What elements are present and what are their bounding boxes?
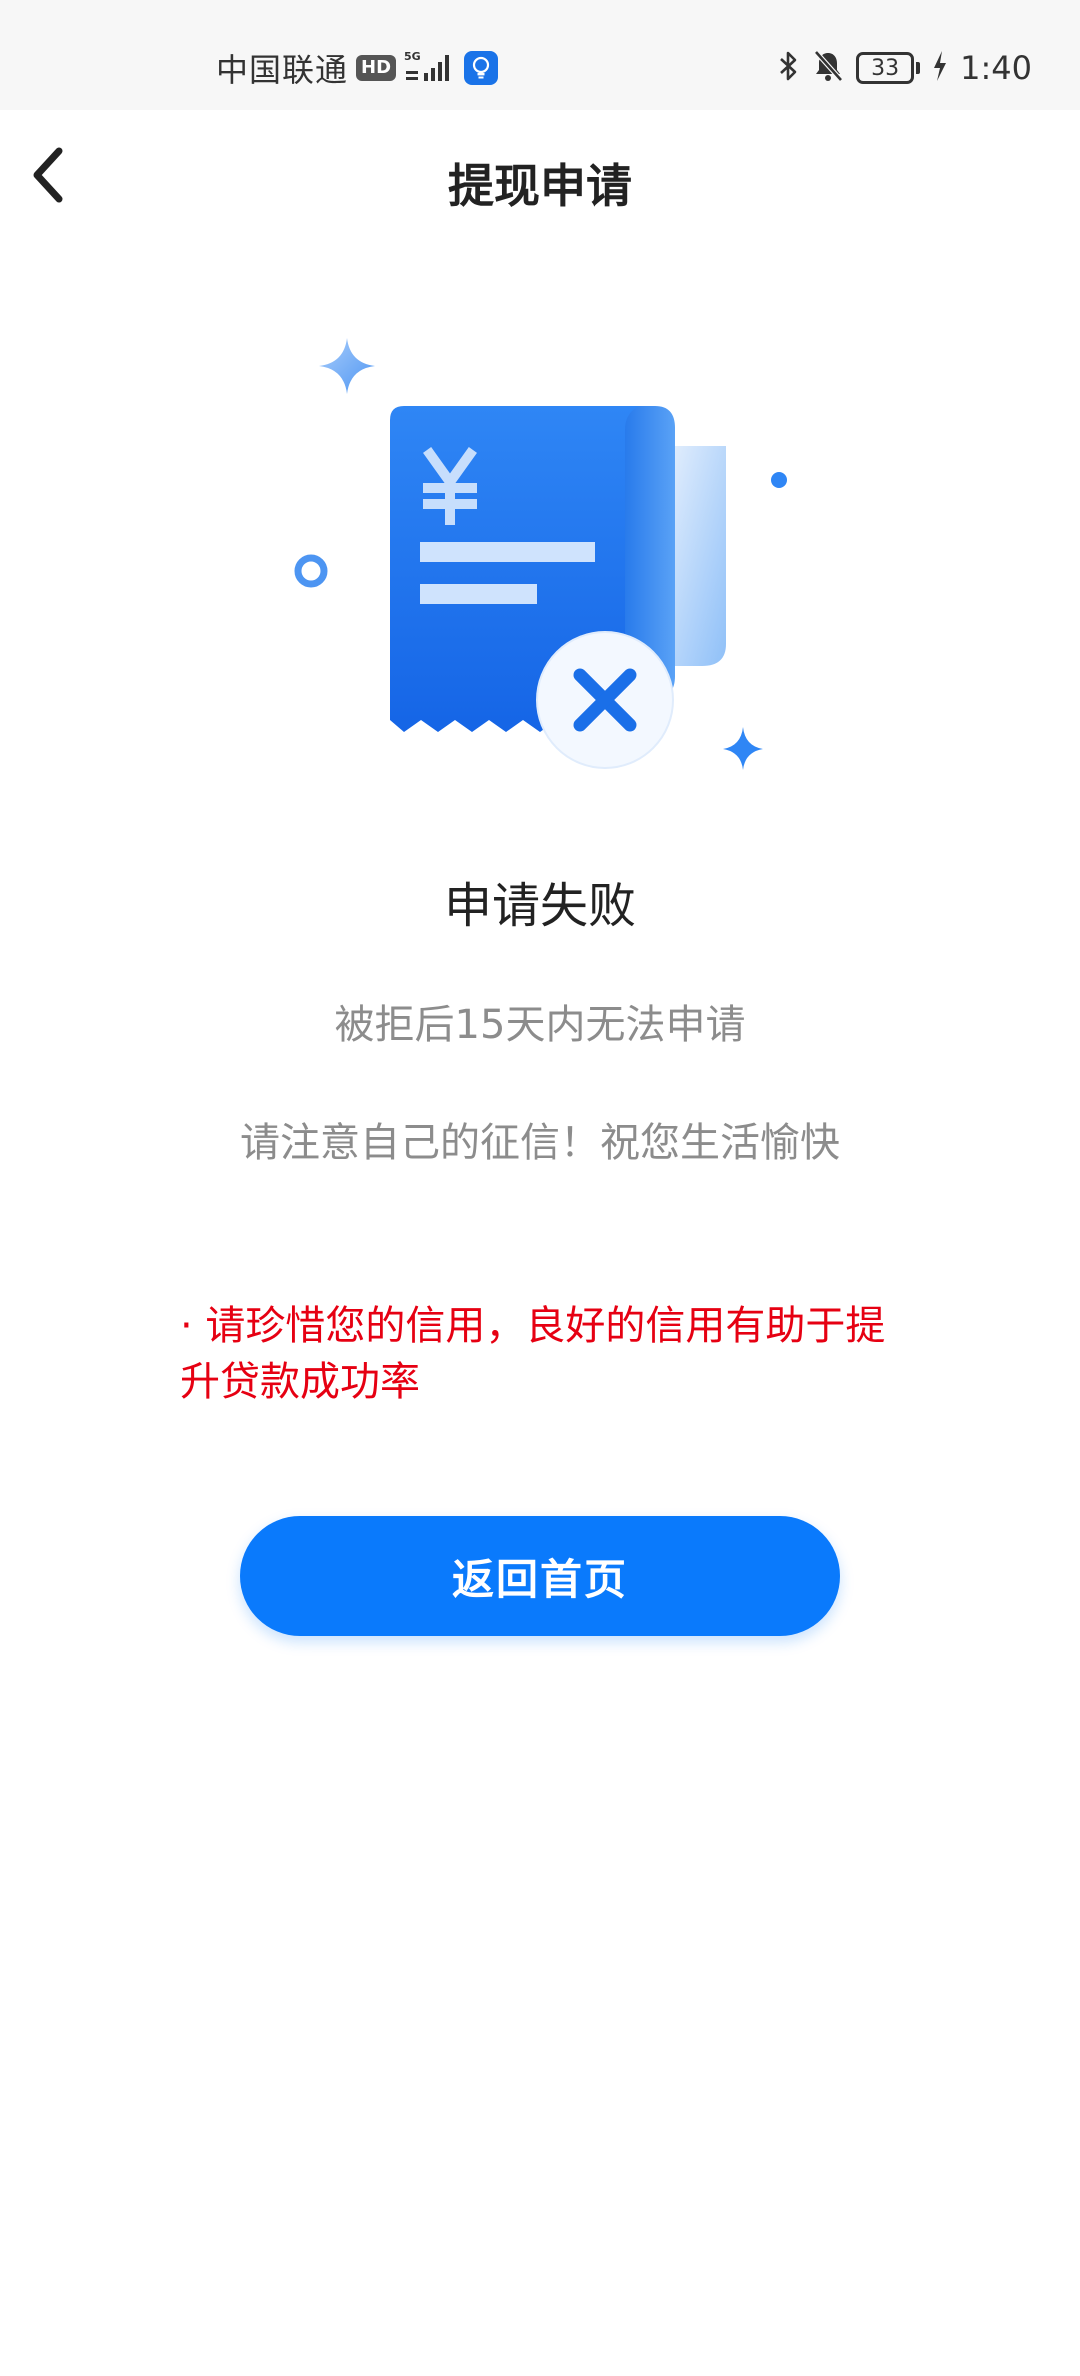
result-title: 申请失败 [443, 878, 636, 934]
bluetooth-icon [778, 49, 800, 87]
receipt-failed-icon [280, 320, 800, 780]
status-left-group: 中国联通 HD 5G [216, 44, 499, 92]
clock: 1:40 [960, 49, 1032, 87]
lightbulb-icon [464, 51, 499, 85]
svg-text:5G: 5G [404, 50, 421, 63]
signal-5g-icon: 5G [404, 50, 456, 83]
battery-tip [916, 62, 921, 74]
hd-badge: HD [356, 55, 397, 81]
back-to-home-button[interactable]: 返回首页 [240, 1516, 840, 1636]
credit-tip: · 请珍惜您的信用，良好的信用有助于提升贷款成功率 [180, 1303, 886, 1405]
battery-indicator: 33 [856, 52, 921, 84]
charging-icon [932, 49, 948, 87]
status-bar: 中国联通 HD 5G 33 1:40 [0, 0, 1080, 110]
status-right-group: 33 1:40 [778, 44, 1032, 92]
nav-bar: 提现申请 [0, 110, 1080, 250]
carrier-name: 中国联通 [216, 51, 349, 89]
credit-reminder: 请注意自己的征信！祝您生活愉快 [240, 1120, 840, 1166]
bell-muted-icon [812, 49, 844, 87]
reject-notice: 被拒后15天内无法申请 [334, 1002, 746, 1048]
page-title: 提现申请 [448, 159, 632, 213]
battery-level: 33 [856, 52, 915, 84]
